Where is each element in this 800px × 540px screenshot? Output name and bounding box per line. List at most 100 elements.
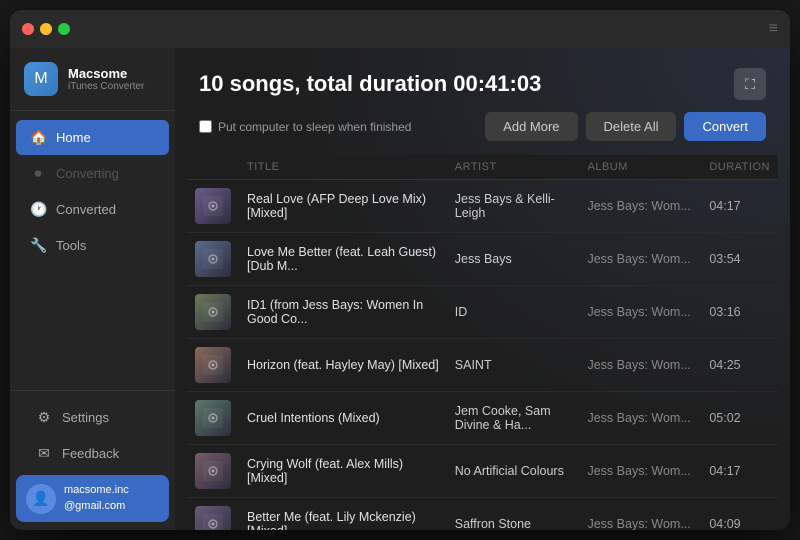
col-thumb: [187, 155, 239, 180]
track-artist: ID: [447, 286, 580, 339]
sidebar-item-tools-label: Tools: [56, 238, 86, 253]
track-title: Cruel Intentions (Mixed): [239, 392, 447, 445]
track-artist: Saffron Stone: [447, 498, 580, 531]
sidebar-item-converted[interactable]: 🕐 Converted: [16, 192, 169, 227]
track-title: Horizon (feat. Hayley May) [Mixed]: [239, 339, 447, 392]
sidebar-item-settings[interactable]: ⚙ Settings: [22, 400, 163, 435]
maximize-button[interactable]: [58, 23, 70, 35]
minimize-button[interactable]: [40, 23, 52, 35]
track-album: Jess Bays: Wom...: [579, 392, 701, 445]
track-duration: 05:02: [701, 392, 778, 445]
convert-button[interactable]: Convert: [684, 112, 766, 141]
sleep-checkbox[interactable]: Put computer to sleep when finished: [199, 120, 411, 134]
sidebar-item-home[interactable]: 🏠 Home: [16, 120, 169, 155]
col-artist: ARTIST: [447, 155, 580, 180]
track-duration: 04:25: [701, 339, 778, 392]
track-thumb-cell: [187, 392, 239, 445]
track-duration: 04:09: [701, 498, 778, 531]
col-title: TITLE: [239, 155, 447, 180]
user-email: macsome.inc @gmail.com: [64, 483, 129, 514]
track-title: Real Love (AFP Deep Love Mix) [Mixed]: [239, 180, 447, 233]
main-content: 10 songs, total duration 00:41:03 ⛶ Put …: [175, 48, 790, 530]
table-row[interactable]: Better Me (feat. Lily Mckenzie) [Mixed] …: [187, 498, 778, 531]
track-album: Jess Bays: Wom...: [579, 233, 701, 286]
track-thumbnail: [195, 188, 231, 224]
brand-subtitle: iTunes Converter: [68, 81, 144, 92]
header-actions: Put computer to sleep when finished Add …: [199, 112, 766, 141]
track-artist: Jess Bays: [447, 233, 580, 286]
track-thumb-cell: [187, 180, 239, 233]
track-title: Crying Wolf (feat. Alex Mills) [Mixed]: [239, 445, 447, 498]
track-thumb-cell: [187, 286, 239, 339]
user-profile[interactable]: 👤 macsome.inc @gmail.com: [16, 475, 169, 522]
sidebar-item-converting: ⏺ Converting: [16, 156, 169, 191]
user-avatar: 👤: [26, 484, 56, 514]
table-row[interactable]: Real Love (AFP Deep Love Mix) [Mixed] Je…: [187, 180, 778, 233]
track-album: Jess Bays: Wom...: [579, 286, 701, 339]
track-duration: 03:16: [701, 286, 778, 339]
close-button[interactable]: [22, 23, 34, 35]
track-thumbnail: [195, 241, 231, 277]
track-thumbnail: [195, 506, 231, 530]
sidebar-item-feedback[interactable]: ✉ Feedback: [22, 436, 163, 471]
track-thumbnail: [195, 453, 231, 489]
main-layout: M Macsome iTunes Converter 🏠 Home ⏺ Conv…: [10, 48, 790, 530]
table-row[interactable]: Love Me Better (feat. Leah Guest) [Dub M…: [187, 233, 778, 286]
col-album: ALBUM: [579, 155, 701, 180]
track-artist: Jess Bays & Kelli-Leigh: [447, 180, 580, 233]
home-icon: 🏠: [30, 129, 46, 146]
track-album: Jess Bays: Wom...: [579, 180, 701, 233]
action-buttons: Add More Delete All Convert: [485, 112, 766, 141]
title-bar: ≡: [10, 10, 790, 48]
track-thumbnail: [195, 400, 231, 436]
traffic-lights: [22, 23, 70, 35]
track-artist: No Artificial Colours: [447, 445, 580, 498]
track-album: Jess Bays: Wom...: [579, 339, 701, 392]
track-table: TITLE ARTIST ALBUM DURATION Real: [187, 155, 778, 530]
track-duration: 04:17: [701, 445, 778, 498]
track-thumb-cell: [187, 233, 239, 286]
menu-icon[interactable]: ≡: [769, 20, 778, 38]
sleep-checkbox-input[interactable]: [199, 120, 212, 133]
add-more-button[interactable]: Add More: [485, 112, 577, 141]
track-title: ID1 (from Jess Bays: Women In Good Co...: [239, 286, 447, 339]
track-title: Love Me Better (feat. Leah Guest) [Dub M…: [239, 233, 447, 286]
delete-all-button[interactable]: Delete All: [586, 112, 677, 141]
sidebar-item-converting-label: Converting: [56, 166, 119, 181]
header-top: 10 songs, total duration 00:41:03 ⛶: [199, 68, 766, 100]
track-thumb-cell: [187, 339, 239, 392]
sidebar-item-converted-label: Converted: [56, 202, 116, 217]
table-row[interactable]: Crying Wolf (feat. Alex Mills) [Mixed] N…: [187, 445, 778, 498]
app-window: ≡ M Macsome iTunes Converter 🏠 Home ⏺ Co…: [10, 10, 790, 530]
track-list: Real Love (AFP Deep Love Mix) [Mixed] Je…: [187, 180, 778, 531]
sidebar-item-home-label: Home: [56, 130, 91, 145]
tools-icon: 🔧: [30, 237, 46, 254]
settings-label: Settings: [62, 410, 109, 425]
brand-text: Macsome iTunes Converter: [68, 66, 144, 92]
table-row[interactable]: Cruel Intentions (Mixed) Jem Cooke, Sam …: [187, 392, 778, 445]
brand-icon: M: [24, 62, 58, 96]
feedback-icon: ✉: [36, 445, 52, 462]
sidebar-item-tools[interactable]: 🔧 Tools: [16, 228, 169, 263]
converting-icon: ⏺: [30, 165, 46, 182]
table-row[interactable]: Horizon (feat. Hayley May) [Mixed] SAINT…: [187, 339, 778, 392]
track-table-container[interactable]: TITLE ARTIST ALBUM DURATION Real: [175, 155, 790, 530]
table-header: TITLE ARTIST ALBUM DURATION: [187, 155, 778, 180]
col-duration: DURATION: [701, 155, 778, 180]
track-thumb-cell: [187, 445, 239, 498]
table-row[interactable]: ID1 (from Jess Bays: Women In Good Co...…: [187, 286, 778, 339]
settings-icon: ⚙: [36, 409, 52, 426]
sidebar-nav: 🏠 Home ⏺ Converting 🕐 Converted 🔧 Tools: [10, 111, 175, 390]
content-header: 10 songs, total duration 00:41:03 ⛶ Put …: [175, 48, 790, 155]
sleep-label: Put computer to sleep when finished: [218, 120, 411, 134]
track-duration: 03:54: [701, 233, 778, 286]
track-artist: Jem Cooke, Sam Divine & Ha...: [447, 392, 580, 445]
sidebar: M Macsome iTunes Converter 🏠 Home ⏺ Conv…: [10, 48, 175, 530]
track-title: Better Me (feat. Lily Mckenzie) [Mixed]: [239, 498, 447, 531]
track-artist: SAINT: [447, 339, 580, 392]
track-album: Jess Bays: Wom...: [579, 498, 701, 531]
sidebar-bottom: ⚙ Settings ✉ Feedback 👤 macsome.inc @gma…: [10, 390, 175, 530]
header-icon-button[interactable]: ⛶: [734, 68, 766, 100]
page-title: 10 songs, total duration 00:41:03: [199, 71, 541, 97]
converted-icon: 🕐: [30, 201, 46, 218]
